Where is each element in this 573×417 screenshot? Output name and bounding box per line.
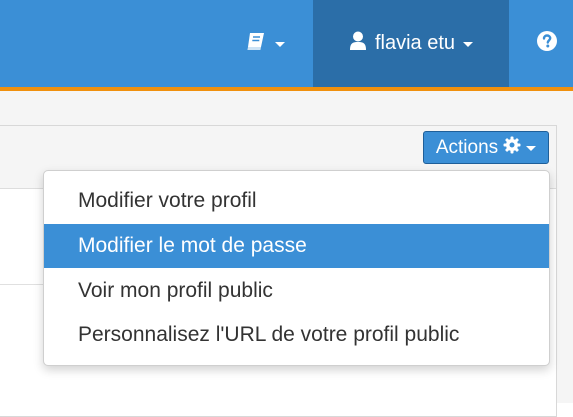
chevron-down-icon	[526, 146, 537, 151]
actions-button[interactable]: Actions	[423, 131, 549, 164]
help-button[interactable]	[527, 0, 567, 87]
actions-label: Actions	[435, 136, 499, 158]
menu-item-edit-profile[interactable]: Modifier votre profil	[44, 179, 549, 223]
user-menu-toggle[interactable]: flavia etu	[313, 0, 509, 87]
actions-dropdown-menu: Modifier votre profil Modifier le mot de…	[43, 170, 550, 366]
menu-item-customize-profile-url[interactable]: Personnalisez l'URL de votre profil publ…	[44, 313, 549, 357]
user-name: flavia etu	[374, 32, 456, 54]
chevron-down-icon	[275, 42, 285, 47]
book-icon	[245, 31, 267, 56]
top-navbar: flavia etu	[0, 0, 573, 91]
question-circle-icon	[537, 31, 557, 56]
docs-menu-toggle[interactable]	[232, 0, 298, 87]
user-icon	[349, 31, 367, 57]
chevron-down-icon	[463, 42, 474, 47]
gear-icon	[503, 136, 521, 160]
menu-item-change-password[interactable]: Modifier le mot de passe	[44, 224, 549, 268]
menu-item-view-public-profile[interactable]: Voir mon profil public	[44, 269, 549, 313]
